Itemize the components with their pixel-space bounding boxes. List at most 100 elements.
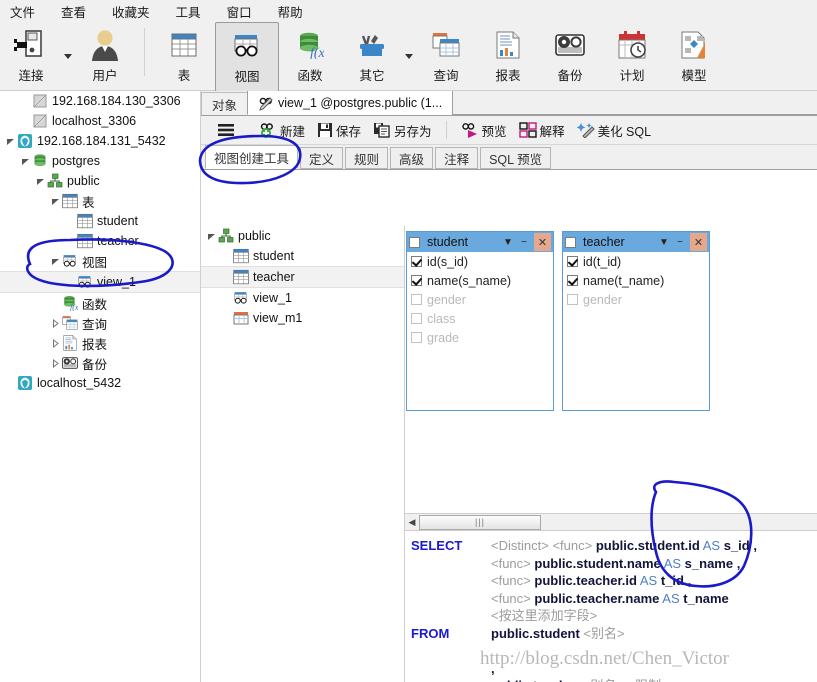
- sql-row-content[interactable]: public.student <别名>: [491, 625, 625, 643]
- field-checkbox[interactable]: [567, 294, 578, 305]
- chevron-down-icon[interactable]: ▼: [658, 234, 670, 250]
- sql-row-content[interactable]: <func> public.student.name AS s_name ,: [491, 555, 740, 573]
- tree-node---[interactable]: 查询: [0, 313, 200, 333]
- sql-identifier[interactable]: public.student: [491, 626, 580, 641]
- expand-arrow-open-icon[interactable]: [205, 226, 217, 246]
- save-button[interactable]: 保存: [311, 119, 367, 142]
- tree-node-view_m1[interactable]: view_m1: [201, 308, 404, 328]
- tree-node-view_1[interactable]: view_1: [201, 288, 404, 308]
- sql-as-keyword[interactable]: AS: [664, 556, 681, 571]
- tree-node-public[interactable]: public: [0, 171, 200, 191]
- sql-builder-row[interactable]: <func> public.teacher.name AS t_name: [405, 590, 817, 608]
- sql-placeholder[interactable]: <func>: [552, 538, 592, 553]
- sql-identifier[interactable]: ,: [753, 538, 757, 553]
- field-list[interactable]: id(t_id) name(t_name) gender: [563, 252, 709, 309]
- sql-identifier[interactable]: ,: [688, 573, 692, 588]
- menu-favorites[interactable]: 收藏夹: [112, 2, 150, 21]
- sql-row-content[interactable]: <按这里添加字段>: [491, 607, 597, 625]
- tree-node-localhost_5432[interactable]: localhost_5432: [0, 373, 200, 393]
- tab-view-1-editor[interactable]: view_1 @postgres.public (1...: [247, 91, 454, 115]
- table-box-header[interactable]: teacher ▼ − ✕: [563, 232, 709, 252]
- save-as-button[interactable]: 另存为: [367, 119, 438, 142]
- sql-placeholder[interactable]: <func>: [491, 556, 531, 571]
- table-select-checkbox[interactable]: [409, 236, 420, 248]
- tree-node-public[interactable]: public: [201, 226, 404, 246]
- tree-node-192.168.184.130_3306[interactable]: 192.168.184.130_3306: [0, 91, 200, 111]
- sql-builder-row[interactable]: SELECT <Distinct> <func> public.student.i…: [405, 537, 817, 555]
- tree-node---[interactable]: f(x) 函数: [0, 293, 200, 313]
- table-select-checkbox[interactable]: [565, 236, 576, 248]
- tree-node-192.168.184.131_5432[interactable]: 192.168.184.131_5432: [0, 131, 200, 151]
- sql-placeholder[interactable]: <别名>: [583, 678, 624, 682]
- sql-identifier[interactable]: public.teacher: [491, 678, 579, 682]
- scroll-thumb[interactable]: |||: [419, 514, 541, 530]
- sql-placeholder[interactable]: <别名>: [583, 626, 624, 641]
- sql-as-keyword[interactable]: AS: [662, 591, 679, 606]
- connection-tree[interactable]: 192.168.184.130_3306 localhost_3306 192.16…: [0, 91, 200, 393]
- toolbar-dropdown-caret-icon[interactable]: [403, 22, 415, 88]
- expand-arrow-open-icon[interactable]: [4, 131, 16, 151]
- expand-arrow-closed-icon[interactable]: [49, 353, 61, 373]
- explain-button[interactable]: 解释: [513, 119, 571, 142]
- sql-identifier[interactable]: t_name: [683, 591, 729, 606]
- scroll-left-arrow-icon[interactable]: ◀: [405, 515, 419, 529]
- expand-arrow-closed-icon[interactable]: [49, 333, 61, 353]
- toolbar-button-query[interactable]: 查询: [415, 22, 477, 90]
- menu-help[interactable]: 帮助: [278, 2, 303, 21]
- toolbar-dropdown-caret-icon[interactable]: [62, 22, 74, 88]
- sql-row-content[interactable]: <func> public.teacher.id AS t_id ,: [491, 572, 691, 590]
- expand-arrow-closed-icon[interactable]: [49, 313, 61, 333]
- tree-node-teacher[interactable]: teacher: [201, 266, 404, 288]
- field-row[interactable]: id(t_id): [563, 252, 709, 271]
- toolbar-button-others[interactable]: 其它: [341, 22, 403, 90]
- scroll-track[interactable]: [541, 515, 817, 529]
- sql-horizontal-scrollbar[interactable]: ◀ |||: [405, 513, 817, 531]
- tree-node-student[interactable]: student: [201, 246, 404, 266]
- sql-builder-row[interactable]: <func> public.student.name AS s_name ,: [405, 555, 817, 573]
- field-checkbox[interactable]: [411, 313, 422, 324]
- menu-file[interactable]: 文件: [10, 2, 35, 21]
- tree-node---[interactable]: 备份: [0, 353, 200, 373]
- chevron-down-icon[interactable]: ▼: [502, 234, 514, 250]
- table-box-teacher[interactable]: teacher ▼ − ✕ id(t_id) name(t_name) gender: [562, 231, 710, 411]
- field-checkbox[interactable]: [567, 275, 578, 286]
- field-checkbox[interactable]: [411, 332, 422, 343]
- tree-node-view_1[interactable]: view_1: [0, 271, 200, 293]
- sql-identifier[interactable]: public.teacher.name: [534, 591, 659, 606]
- sql-builder-row[interactable]: <按这里添加字段>: [405, 607, 817, 625]
- sql-identifier[interactable]: public.teacher.id: [534, 573, 637, 588]
- subtab-rules[interactable]: 规则: [345, 147, 389, 169]
- field-row[interactable]: name(t_name): [563, 271, 709, 290]
- toolbar-button-model[interactable]: 模型: [663, 22, 725, 90]
- tree-node-postgres[interactable]: postgres: [0, 151, 200, 171]
- field-row[interactable]: id(s_id): [407, 252, 553, 271]
- field-checkbox[interactable]: [411, 256, 422, 267]
- field-checkbox[interactable]: [567, 256, 578, 267]
- expand-arrow-open-icon[interactable]: [49, 191, 61, 211]
- subtab-sql-preview[interactable]: SQL 预览: [480, 147, 552, 169]
- sql-placeholder[interactable]: <Distinct>: [491, 538, 549, 553]
- field-list[interactable]: id(s_id) name(s_name) gender class grade: [407, 252, 553, 347]
- expand-arrow-open-icon[interactable]: [49, 251, 61, 271]
- menu-tools[interactable]: 工具: [176, 2, 201, 21]
- minimize-icon[interactable]: −: [518, 234, 530, 250]
- field-row[interactable]: grade: [407, 328, 553, 347]
- sql-row-content[interactable]: <func> public.teacher.name AS t_name: [491, 590, 729, 608]
- subtab-definition[interactable]: 定义: [300, 147, 344, 169]
- toolbar-button-function[interactable]: f(x) 函数: [279, 22, 341, 90]
- sql-placeholder[interactable]: <限制>: [628, 678, 669, 682]
- tree-node--[interactable]: 表: [0, 191, 200, 211]
- sql-placeholder[interactable]: <func>: [491, 591, 531, 606]
- menu-view[interactable]: 查看: [61, 2, 86, 21]
- subtab-advanced[interactable]: 高级: [390, 147, 434, 169]
- schema-object-list[interactable]: public student teacher view_1 view_m1: [201, 226, 405, 682]
- subtab-comment[interactable]: 注释: [435, 147, 479, 169]
- expand-arrow-open-icon[interactable]: [34, 171, 46, 191]
- toolbar-button-schedule[interactable]: 计划: [601, 22, 663, 90]
- sql-builder-row[interactable]: public.teacher <别名> <限制>: [405, 677, 817, 682]
- tree-node-teacher[interactable]: teacher: [0, 231, 200, 251]
- field-row[interactable]: gender: [407, 290, 553, 309]
- field-checkbox[interactable]: [411, 294, 422, 305]
- sql-identifier[interactable]: public.student.id: [596, 538, 700, 553]
- toolbar-button-connection[interactable]: 连接: [0, 22, 62, 90]
